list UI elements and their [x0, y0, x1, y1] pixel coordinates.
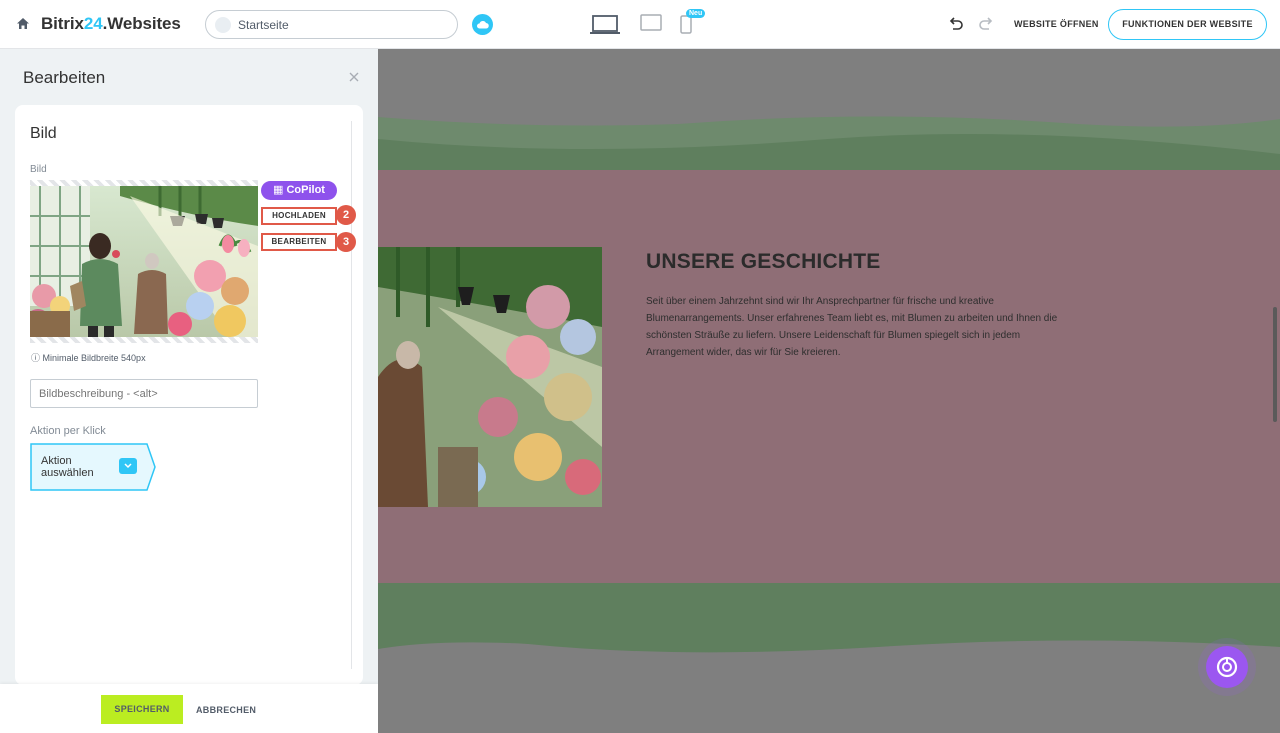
card-title: Bild	[30, 125, 57, 142]
step-badge-3: 3	[336, 232, 356, 252]
preview-scrollbar[interactable]	[1273, 307, 1277, 422]
click-action-label: Aktion per Klick	[30, 425, 106, 437]
section-heading[interactable]: UNSERE GESCHICHTE	[646, 250, 880, 274]
brand-suffix: .Websites	[102, 14, 181, 33]
section-body-text[interactable]: Seit über einem Jahrzehnt sind wir Ihr A…	[646, 293, 1066, 361]
brand-text: Bitrix	[41, 14, 84, 33]
image-settings-card: Bild Bild ▦ CoPilot HOCHLADEN 2 BEARBEIT…	[15, 105, 363, 685]
website-functions-button[interactable]: FUNKTIONEN DER WEBSITE	[1108, 9, 1267, 40]
redo-icon[interactable]	[978, 16, 994, 32]
upload-button[interactable]: HOCHLADEN	[261, 207, 337, 225]
brand-number: 24	[83, 14, 103, 33]
page-selector[interactable]: Startseite	[205, 10, 458, 39]
undo-icon[interactable]	[948, 16, 964, 32]
panel-title: Bearbeiten	[23, 68, 106, 87]
desktop-view-icon[interactable]	[590, 14, 620, 36]
brand-logo[interactable]: Bitrix24.Websites	[41, 14, 181, 34]
new-badge: Neu	[686, 9, 706, 18]
click-action-select[interactable]: Aktion auswählen	[30, 443, 156, 491]
page-selector-value: Startseite	[238, 18, 289, 32]
min-width-text: Minimale Bildbreite 540px	[42, 353, 146, 363]
panel-scrollbar[interactable]	[351, 121, 352, 669]
preview-image[interactable]	[378, 247, 602, 507]
home-icon[interactable]	[15, 16, 31, 32]
edit-panel: Bearbeiten Bild Bild ▦ CoPilot HOCHLADEN…	[0, 49, 378, 733]
image-field-label: Bild	[30, 164, 47, 175]
chevron-down-icon[interactable]	[119, 458, 137, 474]
image-preview-frame[interactable]	[30, 180, 258, 343]
step-badge-2: 2	[336, 205, 356, 225]
page-icon	[215, 17, 231, 33]
tablet-view-icon[interactable]	[640, 14, 662, 32]
image-thumbnail	[30, 186, 258, 337]
copilot-label: CoPilot	[286, 184, 325, 196]
click-action-value: Aktion auswählen	[41, 455, 94, 479]
top-bar: Bitrix24.Websites Startseite Neu WEBSITE…	[0, 0, 1280, 49]
cloud-save-icon[interactable]	[472, 14, 493, 35]
edit-image-button[interactable]: BEARBEITEN	[261, 233, 337, 251]
close-icon[interactable]	[348, 71, 360, 83]
open-website-link[interactable]: WEBSITE ÖFFNEN	[1014, 19, 1099, 29]
cancel-button[interactable]: ABBRECHEN	[196, 705, 256, 715]
copilot-assistant-icon[interactable]	[1206, 646, 1248, 688]
alt-text-input[interactable]	[30, 379, 258, 408]
copilot-button[interactable]: ▦ CoPilot	[261, 181, 337, 200]
save-button[interactable]: SPEICHERN	[101, 695, 183, 724]
panel-footer: SPEICHERN ABBRECHEN	[0, 684, 378, 733]
website-preview: UNSERE GESCHICHTE Seit über einem Jahrze…	[378, 49, 1280, 733]
min-width-note: ⓘ Minimale Bildbreite 540px	[31, 353, 146, 363]
